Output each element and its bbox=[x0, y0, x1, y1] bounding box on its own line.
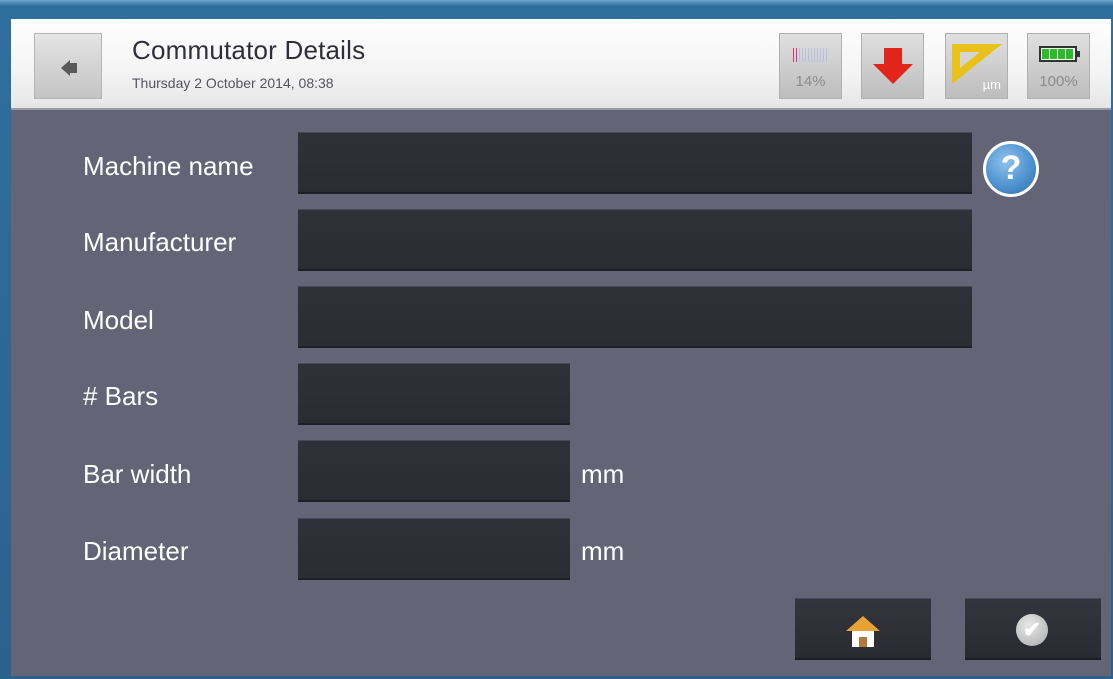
down-arrow-icon-head bbox=[873, 64, 913, 84]
bar-width-input[interactable] bbox=[298, 440, 570, 502]
manufacturer-input[interactable] bbox=[298, 209, 972, 271]
machine-name-input[interactable] bbox=[298, 132, 972, 194]
diameter-unit: mm bbox=[581, 536, 625, 566]
confirm-button[interactable]: ✔ bbox=[965, 598, 1101, 660]
signal-strength-fill bbox=[793, 48, 799, 62]
ruler-icon-inner bbox=[960, 52, 980, 68]
back-arrow-icon-tail bbox=[69, 63, 77, 73]
battery-level-fill bbox=[1042, 49, 1074, 59]
page-datetime: Thursday 2 October 2014, 08:38 bbox=[132, 75, 334, 91]
bars-input[interactable] bbox=[298, 363, 570, 425]
manufacturer-label: Manufacturer bbox=[83, 227, 237, 257]
machine-name-label: Machine name bbox=[83, 151, 254, 181]
help-icon[interactable]: ? bbox=[983, 141, 1039, 197]
bar-width-unit: mm bbox=[581, 459, 625, 489]
unit-label: µm bbox=[982, 77, 1001, 92]
bars-label: # Bars bbox=[83, 381, 159, 411]
home-icon bbox=[846, 616, 880, 631]
model-label: Model bbox=[83, 305, 154, 335]
signal-percent: 14% bbox=[795, 73, 826, 90]
bar-width-label: Bar width bbox=[83, 459, 192, 489]
down-arrow-icon bbox=[884, 48, 902, 64]
page-title: Commutator Details bbox=[132, 35, 366, 65]
diameter-input[interactable] bbox=[298, 518, 570, 580]
home-icon-door bbox=[859, 637, 867, 647]
signal-strength-icon bbox=[793, 48, 829, 62]
unit-button[interactable]: µm bbox=[945, 33, 1008, 99]
battery-status-button[interactable]: 100% bbox=[1027, 33, 1090, 99]
home-button[interactable] bbox=[795, 598, 931, 660]
check-icon: ✔ bbox=[1016, 614, 1048, 646]
model-input[interactable] bbox=[298, 286, 972, 348]
battery-icon bbox=[1039, 46, 1080, 62]
battery-cap bbox=[1077, 51, 1080, 57]
diameter-label: Diameter bbox=[83, 536, 189, 566]
header-bar: Commutator Details Thursday 2 October 20… bbox=[11, 19, 1111, 110]
back-button[interactable] bbox=[34, 33, 102, 99]
app-window: Commutator Details Thursday 2 October 20… bbox=[11, 19, 1111, 676]
battery-percent: 100% bbox=[1039, 73, 1078, 90]
signal-status-button[interactable]: 14% bbox=[779, 33, 842, 99]
download-button[interactable] bbox=[861, 33, 924, 99]
